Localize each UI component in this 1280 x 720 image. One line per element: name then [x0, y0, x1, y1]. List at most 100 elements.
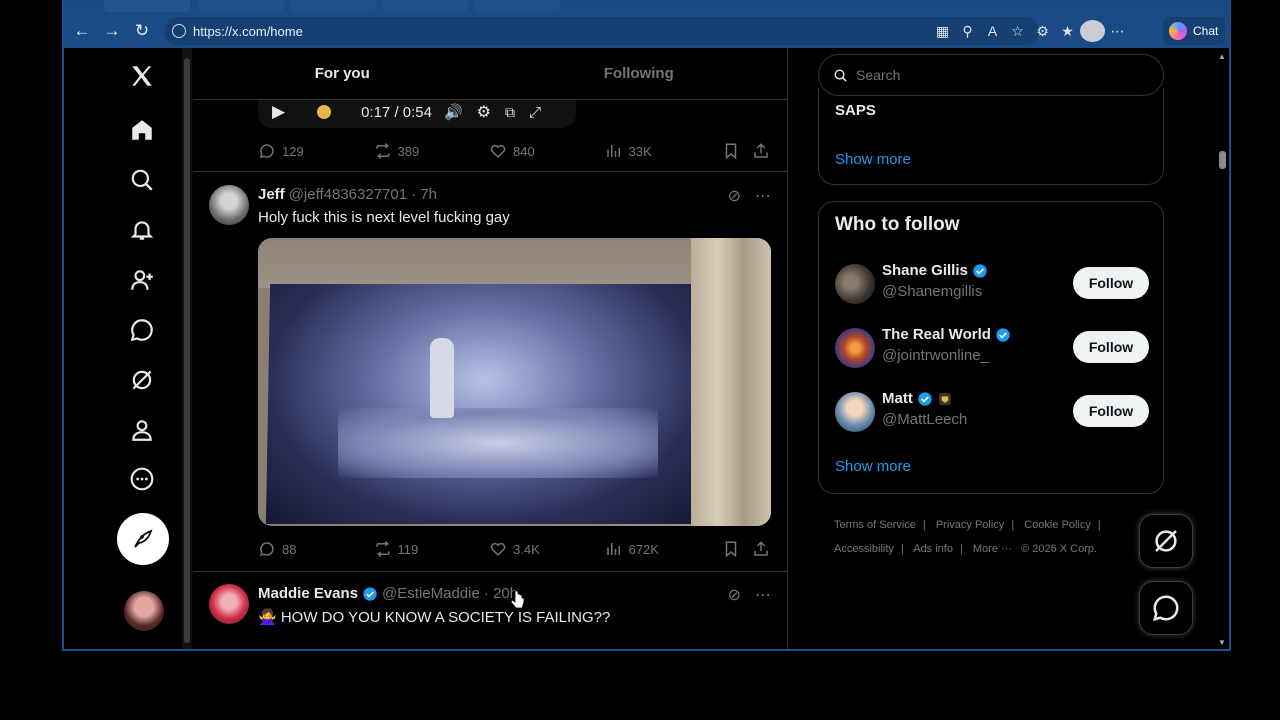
x-logo-icon[interactable] [126, 60, 158, 92]
compose-post-button[interactable] [117, 513, 169, 565]
grok-floating-button[interactable] [1139, 514, 1193, 568]
browser-tab[interactable] [474, 0, 560, 12]
follow-button[interactable]: Follow [1073, 331, 1149, 363]
terms-link[interactable]: Terms of Service [834, 519, 916, 531]
follow-suggestion[interactable]: The Real World @jointrwonline_ Follow [835, 326, 1149, 370]
author-avatar[interactable] [209, 584, 249, 624]
scrollbar-thumb[interactable] [184, 58, 190, 643]
address-bar[interactable]: https://x.com/home [164, 17, 1039, 45]
browser-window: ← → ↻ https://x.com/home ▦ ⚲ A ☆ ⚙ ★ ⋯ C… [62, 0, 1231, 651]
author-name[interactable]: Maddie Evans [258, 585, 358, 602]
bookmark-button[interactable] [722, 540, 740, 558]
browser-tab[interactable] [382, 0, 468, 12]
share-button[interactable] [752, 142, 770, 160]
post-item[interactable]: Maddie Evans @EstieMaddie · 20h ⊘ ⋯ 🙅‍♀️… [194, 572, 787, 649]
more-icon[interactable]: ⋯ [1105, 20, 1130, 42]
scroll-down-arrow-icon[interactable]: ▼ [1218, 638, 1226, 647]
zoom-icon[interactable]: ⚲ [955, 20, 980, 42]
follow-suggestion[interactable]: Matt @MattLeech Follow [835, 390, 1149, 434]
forward-icon[interactable]: → [97, 16, 127, 46]
favorite-star-icon[interactable]: ☆ [1005, 20, 1030, 42]
page-scrollbar[interactable]: ▲ ▼ [1215, 48, 1229, 649]
privacy-link[interactable]: Privacy Policy [936, 519, 1004, 531]
repost-button[interactable]: 119 [374, 540, 490, 558]
post-video[interactable] [258, 238, 771, 526]
suggestion-name[interactable]: The Real World [882, 326, 991, 343]
bookmark-button[interactable] [722, 142, 740, 160]
grok-icon[interactable]: ⊘ [728, 186, 741, 206]
search-input[interactable]: Search [818, 54, 1164, 96]
cookie-link[interactable]: Cookie Policy [1024, 519, 1091, 531]
refresh-icon[interactable]: ↻ [127, 16, 157, 46]
site-info-icon[interactable] [172, 24, 186, 38]
post-actions: 129 389 840 33K [258, 142, 770, 160]
read-aloud-icon[interactable]: A [980, 20, 1005, 42]
fullscreen-icon[interactable]: ⤢ [529, 104, 541, 121]
left-scrollbar[interactable] [182, 48, 192, 649]
more-footer-link[interactable]: More ··· [973, 543, 1012, 555]
search-icon[interactable] [126, 164, 158, 196]
ads-info-link[interactable]: Ads info [913, 543, 953, 555]
favorites-icon[interactable]: ★ [1055, 20, 1080, 42]
more-options-icon[interactable] [126, 463, 158, 495]
suggestion-avatar[interactable] [835, 392, 875, 432]
back-icon[interactable]: ← [67, 16, 97, 46]
tab-following[interactable]: Following [491, 48, 788, 99]
home-icon[interactable] [126, 114, 158, 146]
accessibility-link[interactable]: Accessibility [834, 543, 894, 555]
post-item[interactable]: Jeff @jeff4836327701 · 7h ⊘ ⋯ Holy fuck … [194, 172, 787, 572]
author-handle[interactable]: @jeff4836327701 [289, 186, 407, 203]
communities-icon[interactable] [126, 264, 158, 296]
views-chart-icon [606, 145, 620, 157]
scrollbar-thumb[interactable] [1219, 151, 1226, 169]
views-button[interactable]: 672K [605, 540, 721, 558]
extensions-icon[interactable]: ⚙ [1030, 20, 1055, 42]
follow-suggestion[interactable]: Shane Gillis @Shanemgillis Follow [835, 262, 1149, 306]
messages-floating-button[interactable] [1139, 581, 1193, 635]
play-icon[interactable]: ▶ [272, 102, 285, 122]
suggestion-avatar[interactable] [835, 328, 875, 368]
tab-for-you[interactable]: For you [194, 48, 491, 99]
suggestion-avatar[interactable] [835, 264, 875, 304]
suggestion-handle[interactable]: @jointrwonline_ [882, 347, 989, 364]
show-more-follow-link[interactable]: Show more [835, 458, 911, 475]
author-name[interactable]: Jeff [258, 186, 285, 203]
notifications-bell-icon[interactable] [126, 214, 158, 246]
post-time[interactable]: · 7h [411, 186, 437, 203]
author-handle[interactable]: @EstieMaddie [382, 585, 480, 602]
more-icon[interactable]: ⋯ [755, 585, 771, 605]
trend-item[interactable]: SAPS [835, 102, 876, 119]
volume-icon[interactable]: 🔊 [444, 103, 463, 121]
views-button[interactable]: 33K [605, 142, 721, 160]
profile-icon[interactable] [1080, 20, 1105, 42]
video-frame-curtain [691, 238, 771, 526]
reply-button[interactable]: 129 [258, 142, 374, 160]
settings-gear-icon[interactable]: ⚙ [477, 102, 491, 122]
apps-icon[interactable]: ▦ [930, 20, 955, 42]
scroll-up-arrow-icon[interactable]: ▲ [1218, 52, 1226, 61]
pip-icon[interactable]: ⧉ [505, 104, 515, 121]
follow-button[interactable]: Follow [1073, 395, 1149, 427]
author-avatar[interactable] [209, 185, 249, 225]
like-button[interactable]: 840 [489, 142, 605, 160]
repost-button[interactable]: 389 [374, 142, 490, 160]
messages-icon[interactable] [126, 314, 158, 346]
share-button[interactable] [752, 540, 770, 558]
profile-icon[interactable] [126, 414, 158, 446]
browser-tab[interactable] [104, 0, 190, 12]
grok-icon[interactable] [126, 364, 158, 396]
suggestion-handle[interactable]: @MattLeech [882, 411, 967, 428]
suggestion-handle[interactable]: @Shanemgillis [882, 283, 982, 300]
more-icon[interactable]: ⋯ [755, 186, 771, 206]
follow-button[interactable]: Follow [1073, 267, 1149, 299]
suggestion-name[interactable]: Matt [882, 390, 913, 407]
browser-tab[interactable] [290, 0, 376, 12]
reply-button[interactable]: 88 [258, 540, 374, 558]
browser-tab[interactable] [198, 0, 284, 12]
suggestion-name[interactable]: Shane Gillis [882, 262, 968, 279]
show-more-trends-link[interactable]: Show more [835, 151, 911, 168]
grok-icon[interactable]: ⊘ [728, 585, 741, 605]
copilot-chat-button[interactable]: Chat [1163, 17, 1225, 45]
account-avatar[interactable] [124, 591, 164, 631]
like-button[interactable]: 3.4K [489, 540, 605, 558]
